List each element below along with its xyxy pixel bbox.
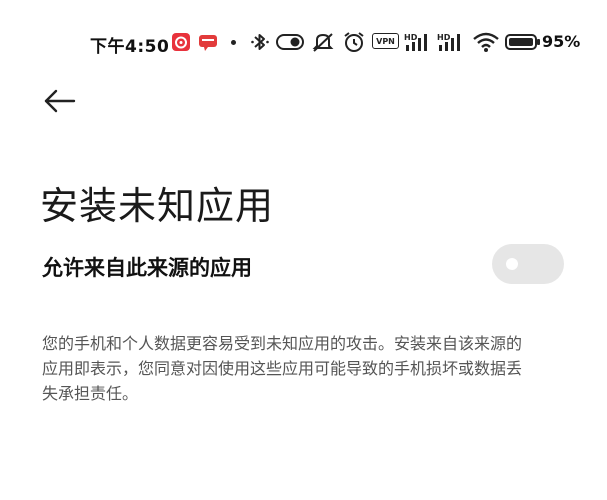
- status-time: 下午4:50: [90, 37, 170, 57]
- mute-icon: [311, 31, 335, 57]
- allow-unknown-apps-toggle[interactable]: [492, 244, 564, 284]
- bluetooth-icon: [250, 31, 270, 57]
- battery-percent: 95%: [542, 32, 581, 51]
- nfc-toggle-icon: [275, 31, 305, 57]
- signal-icon: HD: [404, 31, 436, 57]
- alarm-icon: [342, 31, 366, 57]
- status-bar: 下午4:50 VPN HD HD 95%: [0, 30, 607, 57]
- page-title: 安装未知应用: [40, 184, 275, 229]
- wifi-icon: [472, 31, 500, 57]
- svg-text:HD: HD: [437, 33, 451, 42]
- back-arrow-icon: [44, 89, 76, 113]
- back-button[interactable]: [38, 84, 78, 118]
- chat-app-icon: [198, 33, 217, 51]
- svg-text:HD: HD: [404, 33, 418, 42]
- vpn-icon: VPN: [372, 33, 399, 49]
- signal-icon: HD: [437, 31, 469, 57]
- netease-music-icon: [172, 33, 190, 51]
- battery-icon: [505, 31, 541, 57]
- allow-unknown-apps-row[interactable]: 允许来自此来源的应用: [0, 232, 607, 298]
- dot-icon: [231, 40, 236, 45]
- toggle-knob: [506, 258, 518, 270]
- allow-unknown-apps-label: 允许来自此来源的应用: [42, 256, 252, 280]
- warning-description: 您的手机和个人数据更容易受到未知应用的攻击。安装来自该来源的应用即表示，您同意对…: [42, 334, 523, 403]
